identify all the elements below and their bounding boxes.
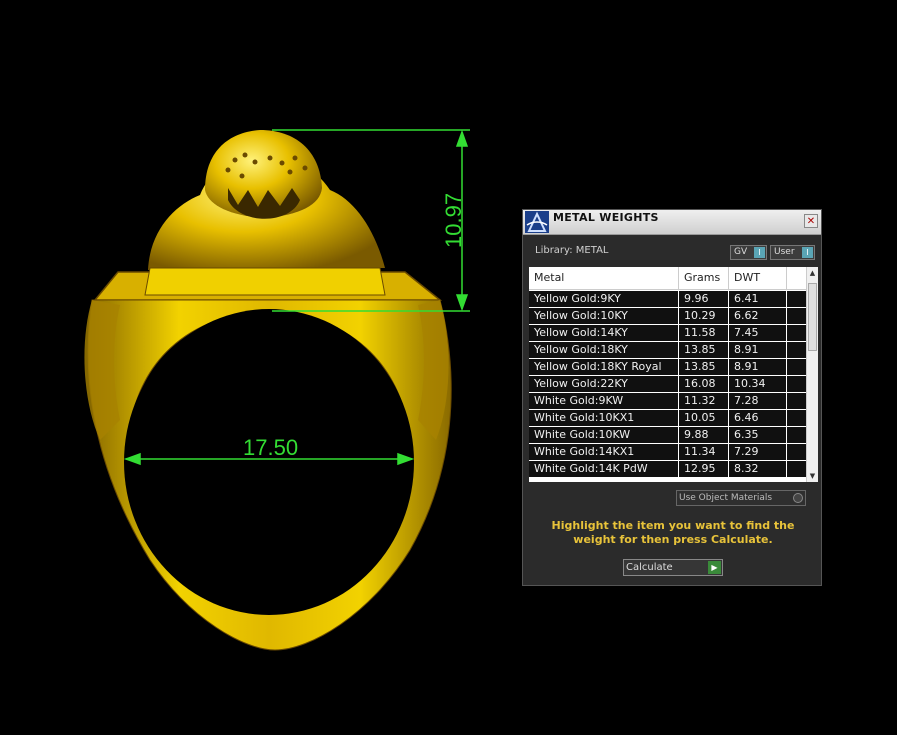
panel-titlebar[interactable]: METAL WEIGHTS ✕ [523, 210, 821, 235]
instruction-text: Highlight the item you want to find the … [551, 519, 795, 546]
metal-cell: White Gold:14KX1 [529, 444, 679, 460]
panel-title: METAL WEIGHTS [553, 211, 659, 224]
grams-cell: 13.85 [679, 342, 729, 358]
calculate-button[interactable]: Calculate ▶ [623, 559, 723, 576]
metal-cell: Yellow Gold:22KY [529, 376, 679, 392]
table-row[interactable]: Yellow Gold:18KY 13.85 8.91 [529, 342, 806, 358]
table-row[interactable]: White Gold:14KX1 11.34 7.29 [529, 444, 806, 460]
dwt-cell: 7.29 [729, 444, 787, 460]
table-row[interactable]: Yellow Gold:14KY 11.58 7.45 [529, 325, 806, 341]
grams-cell: 16.08 [679, 376, 729, 392]
user-toggle[interactable]: User I [770, 245, 815, 260]
dwt-cell: 7.45 [729, 325, 787, 341]
width-dimension-label: 17.50 [243, 435, 298, 460]
user-toggle-label: User [774, 247, 795, 257]
table-scrollbar[interactable]: ▲ ▼ [806, 267, 818, 482]
grams-cell: 10.29 [679, 308, 729, 324]
metal-cell: Yellow Gold:14KY [529, 325, 679, 341]
grams-cell: 11.58 [679, 325, 729, 341]
scroll-down-arrow-icon[interactable]: ▼ [807, 470, 818, 482]
column-header-metal[interactable]: Metal [529, 267, 679, 289]
table-row[interactable]: Yellow Gold:18KY Royal 13.85 8.91 [529, 359, 806, 375]
ring-bezel [144, 267, 386, 296]
grams-cell: 12.95 [679, 461, 729, 477]
close-icon: ✕ [806, 216, 816, 227]
calculate-label: Calculate [626, 562, 673, 573]
dwt-cell: 8.91 [729, 342, 787, 358]
column-header-dwt[interactable]: DWT [729, 267, 787, 289]
dwt-cell: 6.35 [729, 427, 787, 443]
table-row[interactable]: White Gold:10KW 9.88 6.35 [529, 427, 806, 443]
gv-toggle-label: GV [734, 247, 748, 257]
column-header-grams[interactable]: Grams [679, 267, 729, 289]
metal-cell: Yellow Gold:9KY [529, 291, 679, 307]
table-row[interactable]: Yellow Gold:9KY 9.96 6.41 [529, 291, 806, 307]
table-row[interactable]: Yellow Gold:22KY 16.08 10.34 [529, 376, 806, 392]
radio-icon[interactable] [793, 493, 803, 503]
app-logo-icon [525, 211, 549, 233]
gv-toggle-knob: I [754, 247, 765, 258]
dwt-cell: 10.34 [729, 376, 787, 392]
ring-model [84, 130, 452, 651]
close-button[interactable]: ✕ [804, 214, 818, 228]
table-row[interactable]: Yellow Gold:10KY 10.29 6.62 [529, 308, 806, 324]
grams-cell: 11.32 [679, 393, 729, 409]
metal-cell: Yellow Gold:10KY [529, 308, 679, 324]
dwt-cell: 7.28 [729, 393, 787, 409]
metal-cell: White Gold:10KW [529, 427, 679, 443]
metal-table: Metal Grams DWT Yellow Gold:9KY 9.96 6.41 … [529, 267, 818, 482]
table-row[interactable]: White Gold:10KX1 10.05 6.46 [529, 410, 806, 426]
ring-bore [124, 309, 414, 615]
scroll-up-arrow-icon[interactable]: ▲ [807, 267, 818, 279]
table-row[interactable]: White Gold:9KW 11.32 7.28 [529, 393, 806, 409]
use-object-materials-label: Use Object Materials [679, 493, 773, 503]
metal-cell: White Gold:9KW [529, 393, 679, 409]
height-dimension-label: 10.97 [441, 193, 466, 248]
table-header: Metal Grams DWT [529, 267, 806, 290]
ring-viewport[interactable]: 10.97 17.50 [0, 0, 520, 735]
grams-cell: 13.85 [679, 359, 729, 375]
gv-toggle[interactable]: GV I [730, 245, 767, 260]
metal-cell: Yellow Gold:18KY Royal [529, 359, 679, 375]
use-object-materials-option[interactable]: Use Object Materials [676, 490, 806, 506]
library-label: Library: METAL [535, 245, 609, 256]
metal-weights-panel: METAL WEIGHTS ✕ Library: METAL GV I User… [522, 209, 822, 586]
metal-cell: Yellow Gold:18KY [529, 342, 679, 358]
scroll-thumb[interactable] [808, 283, 817, 351]
dwt-cell: 8.91 [729, 359, 787, 375]
metal-cell: White Gold:14K PdW [529, 461, 679, 477]
table-body: Yellow Gold:9KY 9.96 6.41 Yellow Gold:10KY… [529, 291, 806, 478]
user-toggle-knob: I [802, 247, 813, 258]
grams-cell: 10.05 [679, 410, 729, 426]
grams-cell: 11.34 [679, 444, 729, 460]
dwt-cell: 6.46 [729, 410, 787, 426]
dwt-cell: 8.32 [729, 461, 787, 477]
table-row[interactable]: White Gold:14K PdW 12.95 8.32 [529, 461, 806, 477]
grams-cell: 9.88 [679, 427, 729, 443]
dwt-cell: 6.62 [729, 308, 787, 324]
metal-cell: White Gold:10KX1 [529, 410, 679, 426]
grams-cell: 9.96 [679, 291, 729, 307]
play-arrow-icon: ▶ [708, 561, 721, 574]
dwt-cell: 6.41 [729, 291, 787, 307]
